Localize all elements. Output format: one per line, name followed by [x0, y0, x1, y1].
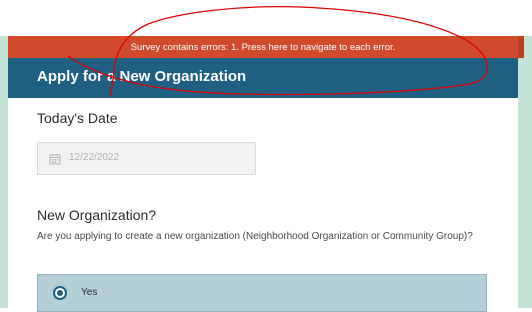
- radio-selected-icon[interactable]: [53, 286, 67, 300]
- error-banner-text[interactable]: Survey contains errors: 1. Press here to…: [131, 42, 396, 53]
- left-background: [0, 36, 8, 308]
- new-organization-description: Are you applying to create a new organiz…: [37, 231, 473, 242]
- error-banner[interactable]: Survey contains errors: 1. Press here to…: [8, 36, 518, 58]
- date-value: 12/22/2022: [69, 152, 120, 163]
- form-content: Today's Date 12/22/2022 New Organization…: [8, 98, 518, 312]
- option-yes[interactable]: Yes: [37, 274, 487, 312]
- calendar-icon: [49, 154, 61, 165]
- right-background: [518, 36, 532, 308]
- option-yes-label: Yes: [81, 287, 98, 298]
- form-header: Apply for a New Organization: [8, 58, 518, 98]
- new-organization-label: New Organization?: [37, 207, 157, 223]
- date-label: Today's Date: [37, 110, 118, 126]
- page-title: Apply for a New Organization: [37, 68, 247, 85]
- error-banner-edge: [518, 36, 524, 58]
- date-field[interactable]: 12/22/2022: [37, 142, 256, 175]
- top-area: [0, 0, 532, 36]
